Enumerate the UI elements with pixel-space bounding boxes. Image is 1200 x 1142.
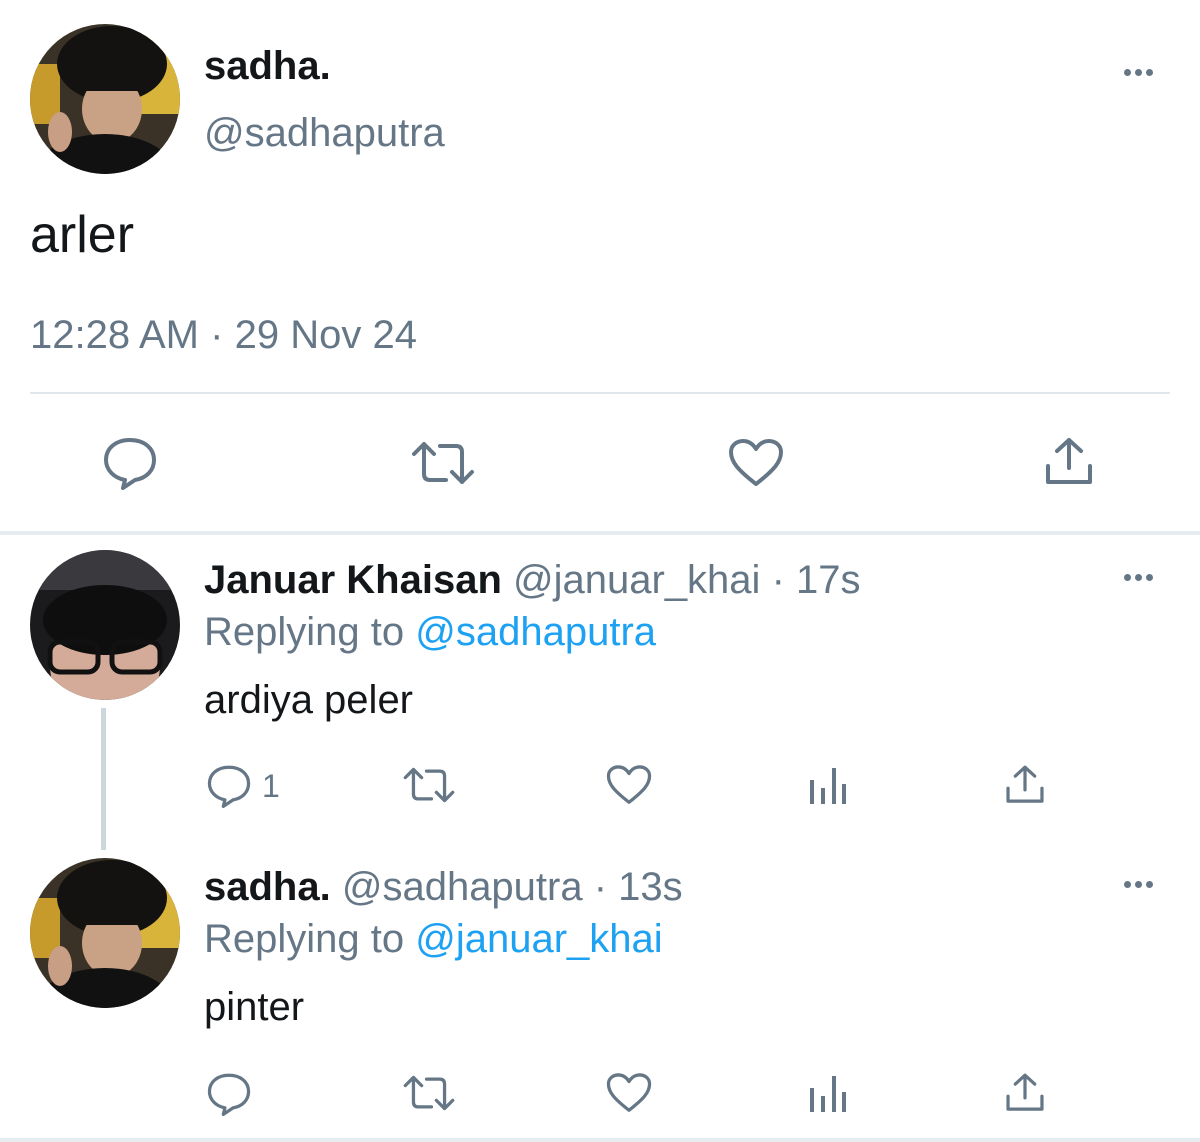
reply1-display-name[interactable]: Januar Khaisan: [204, 558, 502, 602]
share-icon[interactable]: [1044, 436, 1094, 488]
reply2-text: pinter: [204, 985, 305, 1029]
separator-dot: ·: [210, 313, 224, 357]
more-icon[interactable]: [1116, 62, 1160, 82]
reply1-handle[interactable]: @januar_khai: [513, 558, 760, 602]
more-icon[interactable]: [1116, 874, 1160, 894]
bottom-divider: [0, 1138, 1200, 1142]
main-date: 29 Nov 24: [234, 313, 417, 357]
main-display-name[interactable]: sadha.: [204, 42, 331, 90]
reply1-text: ardiya peler: [204, 678, 414, 722]
reply2-handle[interactable]: @sadhaputra: [342, 865, 583, 909]
reply1-header: Januar Khaisan @januar_khai · 17s: [204, 556, 861, 604]
reply2-age[interactable]: · 13s: [594, 865, 683, 909]
main-timestamp: 12:28 AM · 29 Nov 24: [30, 310, 417, 360]
reply-icon[interactable]: [102, 436, 158, 490]
reply2-header: sadha. @sadhaputra · 13s: [204, 863, 683, 911]
like-icon[interactable]: [606, 1072, 652, 1114]
analytics-icon[interactable]: [808, 764, 848, 806]
replying-to-label: Replying to: [204, 610, 405, 654]
like-icon[interactable]: [728, 438, 784, 488]
analytics-icon[interactable]: [808, 1072, 848, 1114]
divider: [30, 392, 1170, 394]
main-handle[interactable]: @sadhaputra: [204, 109, 445, 157]
like-icon[interactable]: [606, 764, 652, 806]
avatar-sadha[interactable]: [30, 24, 180, 174]
replying-to-label: Replying to: [204, 917, 405, 961]
reply-icon[interactable]: [206, 1072, 252, 1116]
retweet-icon[interactable]: [410, 440, 476, 486]
share-icon[interactable]: [1004, 1072, 1046, 1114]
retweet-icon[interactable]: [402, 766, 456, 804]
reply1-age[interactable]: · 17s: [772, 558, 861, 602]
replying-to-link[interactable]: @sadhaputra: [415, 610, 656, 654]
reply-icon[interactable]: 1: [206, 764, 280, 808]
thread-line: [101, 708, 106, 850]
reply-count: 1: [262, 768, 280, 804]
retweet-icon[interactable]: [402, 1074, 456, 1112]
avatar-januar[interactable]: [30, 550, 180, 700]
main-tweet-text: arler: [30, 206, 135, 264]
main-time: 12:28 AM: [30, 313, 200, 357]
section-divider: [0, 531, 1200, 535]
reply1-replying-line: Replying to @sadhaputra: [204, 608, 656, 656]
more-icon[interactable]: [1116, 567, 1160, 587]
reply2-display-name[interactable]: sadha.: [204, 865, 331, 909]
share-icon[interactable]: [1004, 764, 1046, 806]
avatar-sadha[interactable]: [30, 858, 180, 1008]
replying-to-link[interactable]: @januar_khai: [415, 917, 662, 961]
reply2-replying-line: Replying to @januar_khai: [204, 915, 663, 963]
